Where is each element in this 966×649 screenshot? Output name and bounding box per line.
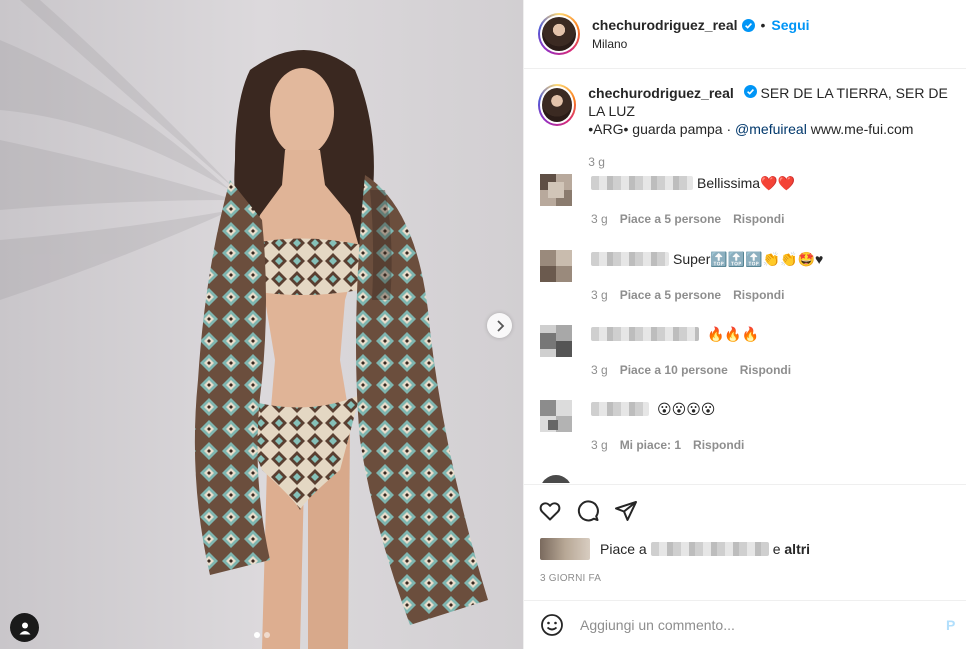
commenter-avatar[interactable] — [540, 475, 572, 483]
blurred-username — [591, 252, 669, 266]
reply-button[interactable]: Rispondi — [733, 288, 784, 302]
caption-username[interactable]: chechurodriguez_real — [588, 85, 734, 101]
tagged-users-button[interactable] — [10, 613, 39, 642]
commenter-avatar[interactable] — [540, 250, 572, 282]
likes-prefix: Piace a — [600, 541, 647, 557]
blurred-liker-name — [650, 542, 769, 556]
like-button[interactable] — [538, 499, 562, 523]
verified-badge-icon — [743, 85, 757, 98]
smiley-icon — [541, 614, 563, 636]
reply-button[interactable]: Rispondi — [693, 438, 744, 452]
comment-age: 3 g — [591, 212, 608, 226]
story-ring[interactable] — [538, 13, 580, 55]
comment-likes-link[interactable]: Piace a 5 persone — [620, 212, 721, 226]
caption-avatar — [542, 88, 573, 122]
comment-text: Super — [673, 251, 711, 267]
chevron-right-icon — [496, 319, 504, 332]
comment-emoji: ❤️❤️ — [760, 174, 795, 191]
comment-item: 😮😮😮😮 3 g Mi piace: 1 Rispondi — [540, 400, 960, 452]
carousel-dot-active — [254, 632, 260, 638]
header-username[interactable]: chechurodriguez_real — [592, 17, 738, 33]
share-button[interactable] — [614, 499, 638, 523]
comment-item: 🔥🔥🔥 3 g Piace a 10 persone Rispondi — [540, 325, 960, 377]
publish-button[interactable]: P — [946, 617, 955, 633]
instagram-post-dialog: chechurodriguez_real • Segui Milano chec… — [0, 0, 966, 649]
comment-likes-link[interactable]: Mi piace: 1 — [620, 438, 681, 452]
heart-icon — [539, 501, 561, 520]
verified-badge-icon — [741, 18, 755, 32]
post-header: chechurodriguez_real • Segui Milano — [524, 0, 966, 69]
comment-likes-link[interactable]: Piace a 10 persone — [620, 363, 728, 377]
location-link[interactable]: Milano — [592, 37, 810, 51]
blurred-username — [591, 402, 649, 416]
comment-age: 3 g — [591, 363, 608, 377]
comment-item: Bellissima ❤️❤️ 3 g Piace a 5 persone Ri… — [540, 174, 960, 226]
likes-others-link[interactable]: altri — [784, 541, 810, 557]
likes-suffix: e — [772, 541, 781, 557]
post-action-bar — [524, 484, 966, 536]
post-side-panel: chechurodriguez_real • Segui Milano chec… — [523, 0, 966, 649]
add-comment-bar: P — [524, 600, 966, 649]
caption-mention[interactable]: @mefuireal — [735, 121, 807, 137]
carousel-indicator — [254, 632, 270, 638]
caption-age: 3 g — [588, 155, 605, 169]
comment-emoji: 🔥🔥🔥 — [707, 325, 760, 342]
reply-button[interactable]: Rispondi — [740, 363, 791, 377]
comment-item: Super 🔝🔝🔝👏👏🤩♥ 3 g Piace a 5 persone Risp… — [540, 250, 960, 302]
commenter-avatar[interactable] — [540, 325, 572, 357]
separator-bullet: • — [760, 17, 766, 33]
likes-summary: Piace a e altri — [540, 538, 810, 560]
paper-plane-icon — [615, 500, 637, 521]
caption-story-ring[interactable] — [538, 84, 577, 126]
next-photo-button[interactable] — [487, 313, 512, 338]
comment-likes-link[interactable]: Piace a 5 persone — [620, 288, 721, 302]
reply-button[interactable]: Rispondi — [733, 212, 784, 226]
liker-avatars[interactable] — [540, 538, 590, 560]
blurred-username — [591, 327, 699, 341]
comments-list[interactable]: chechurodriguez_real SER DE LA TIERRA, S… — [524, 70, 966, 483]
add-comment-input[interactable] — [580, 617, 940, 633]
caption-line2: •ARG• guarda pampa · — [588, 121, 736, 137]
carousel-dot — [264, 632, 270, 638]
comment-age: 3 g — [591, 438, 608, 452]
user-icon — [19, 622, 30, 634]
post-caption: chechurodriguez_real SER DE LA TIERRA, S… — [538, 84, 958, 171]
post-photo — [0, 0, 523, 649]
post-media — [0, 0, 523, 649]
comment-text: Bellissima — [697, 175, 761, 191]
blurred-username — [591, 176, 693, 190]
comment-button[interactable] — [576, 499, 600, 523]
comment-age: 3 g — [591, 288, 608, 302]
comment-emoji: 😮😮😮😮 — [657, 400, 716, 417]
speech-bubble-icon — [577, 499, 599, 521]
avatar — [542, 17, 576, 51]
commenter-avatar[interactable] — [540, 174, 572, 206]
follow-button[interactable]: Segui — [771, 17, 809, 33]
emoji-button[interactable] — [540, 613, 564, 637]
comment-emoji: 🔝🔝🔝👏👏🤩♥ — [710, 250, 824, 267]
caption-link: www.me-fui.com — [806, 121, 914, 137]
post-timestamp[interactable]: 3 GIORNI FA — [540, 573, 601, 584]
commenter-avatar[interactable] — [540, 400, 572, 432]
